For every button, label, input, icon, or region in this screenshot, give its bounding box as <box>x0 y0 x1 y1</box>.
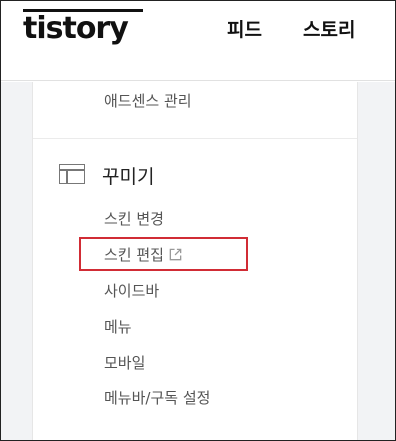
layout-icon <box>59 164 85 184</box>
menu-item-adsense[interactable]: 애드센스 관리 <box>104 90 192 111</box>
tistory-logo[interactable]: tistory <box>23 11 129 46</box>
nav-feed[interactable]: 피드 <box>227 15 262 42</box>
main-content: 애드센스 관리 꾸미기 스킨 변경 스킨 편집 사이드바 메뉴 모바일 메뉴바/… <box>1 82 395 440</box>
nav-story[interactable]: 스토리 <box>303 15 355 42</box>
menu-item-menubar-subscribe[interactable]: 메뉴바/구독 설정 <box>104 387 210 408</box>
menu-item-sidebar[interactable]: 사이드바 <box>104 280 159 301</box>
menu-item-menu[interactable]: 메뉴 <box>104 316 132 337</box>
section-title-customize[interactable]: 꾸미기 <box>102 162 154 189</box>
menu-item-mobile[interactable]: 모바일 <box>104 352 145 373</box>
highlight-box <box>79 237 248 271</box>
sidebar-menu: 애드센스 관리 꾸미기 스킨 변경 스킨 편집 사이드바 메뉴 모바일 메뉴바/… <box>32 82 358 440</box>
section-divider <box>33 138 357 139</box>
menu-item-skin-change[interactable]: 스킨 변경 <box>104 208 164 229</box>
window: tistory 피드 스토리 애드센스 관리 꾸미기 스킨 변경 스킨 편집 사… <box>0 0 396 441</box>
top-header: tistory 피드 스토리 <box>1 1 395 81</box>
